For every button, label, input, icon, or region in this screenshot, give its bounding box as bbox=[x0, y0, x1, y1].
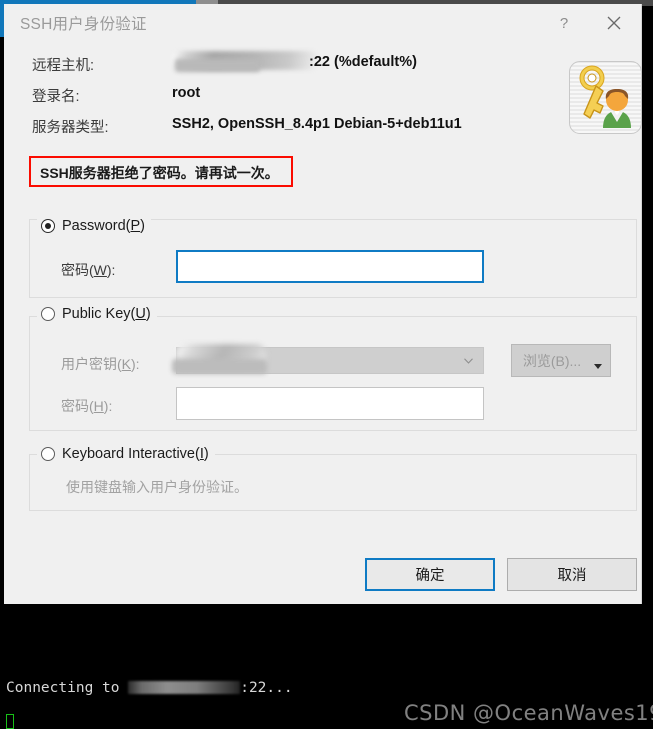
remote-host-value: :22 (%default%) bbox=[309, 54, 417, 70]
dropdown-caret-icon bbox=[594, 364, 602, 369]
server-type-value: SSH2, OpenSSH_8.4p1 Debian-5+deb11u1 bbox=[172, 116, 462, 132]
error-banner: SSH服务器拒绝了密码。请再试一次。 bbox=[29, 156, 293, 187]
cancel-button[interactable]: 取消 bbox=[507, 558, 637, 591]
dialog-titlebar[interactable]: SSH用户身份验证 ? bbox=[4, 4, 642, 40]
page-title: SSH用户身份验证 bbox=[20, 16, 147, 33]
keyboard-radio-indicator bbox=[41, 447, 55, 461]
close-icon bbox=[607, 16, 621, 30]
terminal-line-1: Connecting to :22... bbox=[6, 678, 626, 699]
login-name-value: root bbox=[172, 85, 201, 101]
help-button[interactable]: ? bbox=[543, 8, 585, 38]
browse-button[interactable]: 浏览(B)... bbox=[511, 344, 611, 377]
publickey-radio[interactable]: Public Key(U) bbox=[37, 304, 157, 324]
terminal-line-1-suffix: :22... bbox=[240, 680, 293, 696]
password-radio-label: Password(P) bbox=[62, 218, 146, 234]
login-name-label: 登录名: bbox=[32, 89, 80, 105]
ok-button[interactable]: 确定 bbox=[365, 558, 495, 591]
question-mark-icon: ? bbox=[560, 15, 568, 32]
terminal-line-1-prefix: Connecting to bbox=[6, 680, 129, 696]
keyboard-radio[interactable]: Keyboard Interactive(I) bbox=[37, 444, 215, 464]
password-field-label: 密码(W): bbox=[61, 262, 116, 278]
publickey-radio-label: Public Key(U) bbox=[62, 306, 151, 322]
userkey-redaction-secondary bbox=[172, 359, 267, 374]
watermark: CSDN @OceanWaves1993 bbox=[404, 701, 653, 725]
close-button[interactable] bbox=[593, 8, 635, 38]
screen: Connecting to :22... Connection establis… bbox=[0, 0, 653, 729]
terminal-host-redaction bbox=[128, 681, 241, 694]
browse-button-label: 浏览(B)... bbox=[522, 352, 582, 369]
terminal-cursor bbox=[6, 714, 14, 729]
server-type-label: 服务器类型: bbox=[32, 120, 109, 136]
publickey-radio-indicator bbox=[41, 307, 55, 321]
userkey-field-label: 用户密钥(K): bbox=[61, 356, 140, 372]
remote-host-label: 远程主机: bbox=[32, 58, 95, 74]
password-radio-indicator bbox=[41, 219, 55, 233]
keyboard-description: 使用键盘输入用户身份验证。 bbox=[66, 479, 248, 495]
chevron-down-icon bbox=[464, 357, 473, 364]
key-user-icon bbox=[569, 61, 642, 134]
key-user-icon-graphic bbox=[579, 65, 631, 128]
passphrase-field-label: 密码(H): bbox=[61, 398, 113, 414]
passphrase-input[interactable] bbox=[176, 387, 484, 420]
error-message: SSH服务器拒绝了密码。请再试一次。 bbox=[40, 165, 279, 181]
keyboard-radio-label: Keyboard Interactive(I) bbox=[62, 446, 209, 462]
password-radio[interactable]: Password(P) bbox=[37, 216, 152, 236]
ssh-auth-dialog: SSH用户身份验证 ? 远程主机: :22 (%default%) 登录名: r… bbox=[4, 4, 642, 604]
remote-host-redaction-secondary bbox=[175, 59, 260, 72]
password-input[interactable] bbox=[176, 250, 484, 283]
svg-text:?: ? bbox=[560, 15, 568, 32]
